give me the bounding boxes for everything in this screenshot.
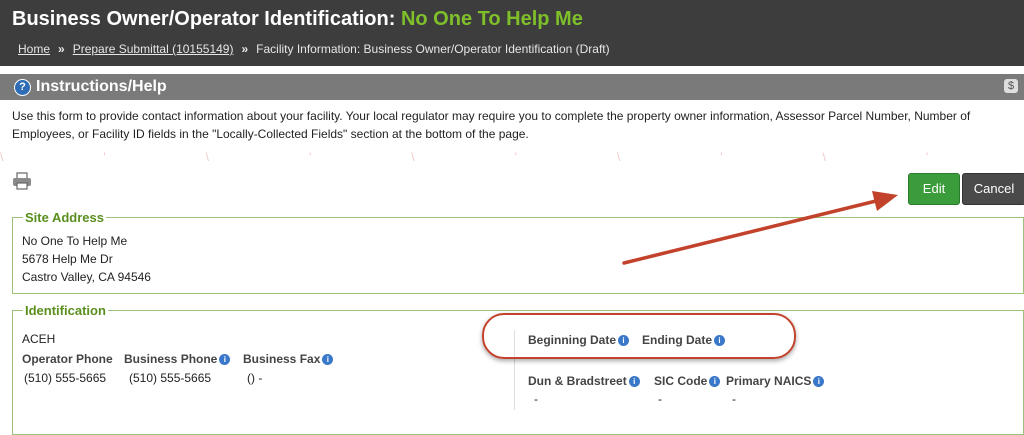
operator-name: ACEH <box>22 332 56 346</box>
breadcrumb-separator: » <box>241 42 249 56</box>
printer-icon[interactable] <box>12 172 32 190</box>
dun-bradstreet-label: Dun & Bradstreet i <box>528 374 640 388</box>
breadcrumb-separator: » <box>58 42 65 56</box>
site-street: 5678 Help Me Dr <box>22 252 113 266</box>
help-icon[interactable]: i <box>709 376 721 387</box>
dun-bradstreet-value: - <box>534 392 538 406</box>
sic-code-label: SIC Code i <box>654 374 721 388</box>
watermark-pattern: \'\'\'\'\'\'\'\'\'\'\'\'\' <box>0 150 1024 164</box>
site-address-legend: Site Address <box>25 210 104 225</box>
primary-naics-label: Primary NAICS i <box>726 374 825 388</box>
business-phone-label: Business Phone i <box>124 352 231 366</box>
edit-button[interactable]: Edit <box>908 173 960 205</box>
business-fax-label: Business Fax i <box>243 352 334 366</box>
site-city-state-zip: Castro Valley, CA 94546 <box>22 270 151 284</box>
breadcrumb: Home » Prepare Submittal (10155149) » Facili… <box>18 42 610 56</box>
site-address-section: Site Address <box>12 210 1024 294</box>
annotation-highlight-oval <box>482 313 796 359</box>
operator-phone-value: (510) 555-5665 <box>24 371 107 385</box>
instructions-help-title: Instructions/Help <box>36 78 167 95</box>
site-name: No One To Help Me <box>22 234 128 248</box>
sic-code-value: - <box>658 392 662 406</box>
help-icon[interactable]: i <box>813 376 825 387</box>
page-title: Business Owner/Operator Identification: … <box>12 8 583 31</box>
cancel-button[interactable]: Cancel <box>962 173 1024 205</box>
business-phone-value: (510) 555-5665 <box>129 371 212 385</box>
facility-name: No One To Help Me <box>400 8 583 30</box>
instructions-text: Use this form to provide contact informa… <box>12 109 971 141</box>
primary-naics-value: - <box>732 392 736 406</box>
page-title-text: Business Owner/Operator Identification: <box>12 8 396 30</box>
help-icon[interactable]: i <box>628 376 640 387</box>
page-header: Business Owner/Operator Identification: … <box>0 0 1024 66</box>
help-icon[interactable]: i <box>219 354 231 365</box>
breadcrumb-submittal-link[interactable]: Prepare Submittal (10155149) <box>73 42 234 56</box>
info-icon: ? <box>14 79 31 96</box>
identification-legend: Identification <box>25 303 106 318</box>
breadcrumb-home-link[interactable]: Home <box>18 42 50 56</box>
operator-phone-label: Operator Phone <box>22 352 113 366</box>
instructions-help-bar[interactable]: ? Instructions/Help $ <box>0 74 1024 100</box>
help-icon[interactable]: i <box>322 354 334 365</box>
breadcrumb-current: Facility Information: Business Owner/Ope… <box>256 42 610 56</box>
business-fax-value: () - <box>247 371 263 385</box>
settings-icon[interactable]: $ <box>1004 79 1018 93</box>
